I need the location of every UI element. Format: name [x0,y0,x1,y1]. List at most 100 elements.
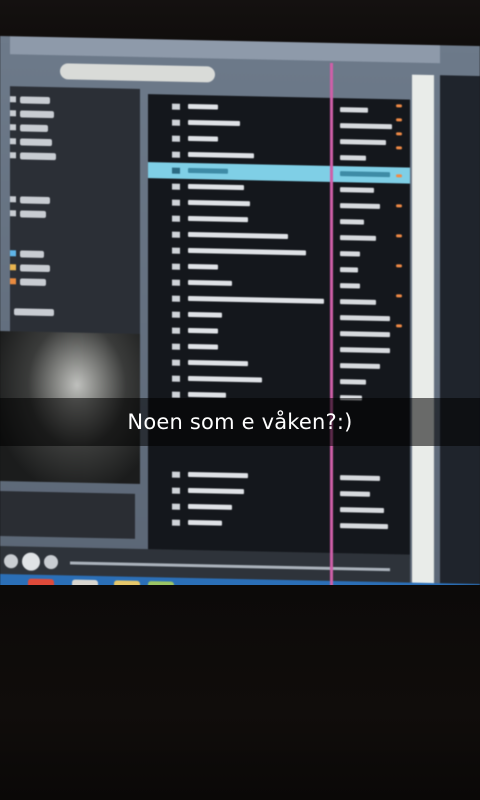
checkbox-icon [172,167,180,174]
track-title-blurred [188,279,232,286]
sidebar-item [20,152,56,161]
track-title-blurred [188,359,248,367]
caption-text: Noen som e våken?:) [127,410,353,434]
scrollbar-column [412,74,434,596]
sidebar-icon [10,138,16,145]
track-artist-blurred [340,475,380,481]
progress-track [70,561,390,572]
sidebar-item [20,96,50,105]
search-field-blurred [60,63,215,83]
now-playing-label-blurred [0,491,135,539]
checkbox-icon [172,199,180,206]
track-artist-blurred [340,187,374,193]
track-artist-blurred [340,107,368,113]
checkbox-icon [172,103,180,110]
track-title-blurred [188,199,250,207]
sidebar-icon [10,96,16,103]
track-artist-blurred [340,507,384,514]
checkbox-icon [172,119,180,126]
checkbox-icon [172,359,180,366]
track-title-blurred [188,151,254,159]
checkbox-icon [172,311,180,318]
track-artist-blurred [340,235,376,241]
track-artist-blurred [340,491,370,497]
track-artist-blurred [340,331,390,338]
sidebar-item [20,278,46,286]
checkbox-icon [172,519,180,526]
track-title-blurred [188,263,218,270]
checkbox-icon [172,503,180,510]
track-artist-blurred [340,299,376,305]
track-artist-blurred [340,523,388,530]
checkbox-icon [172,247,180,254]
track-artist-blurred [340,139,386,146]
track-artist-blurred [340,155,366,161]
checkbox-icon [172,471,180,478]
sidebar-item [20,210,46,218]
snap-caption-bar: Noen som e våken?:) [0,398,480,446]
track-artist-blurred [340,379,366,385]
secondary-window-edge [440,75,480,597]
sidebar-icon [10,124,16,131]
track-title-blurred [188,375,262,383]
sidebar-icon [10,210,16,217]
sidebar-item [20,124,48,133]
prev-button-icon [4,554,18,569]
track-title-blurred [188,327,218,334]
track-artist-blurred [340,315,390,322]
track-title-blurred [188,103,218,110]
photo-background: Noen som e våken?:) [0,0,480,800]
play-button-icon [22,552,40,571]
track-title-blurred [188,311,222,318]
track-artist-blurred [340,363,380,369]
sidebar-icon [10,264,16,271]
sidebar-icon [10,152,16,159]
track-artist-blurred [340,203,380,209]
checkbox-icon [172,215,180,222]
track-artist-blurred [340,347,390,354]
track-title-blurred [188,343,218,350]
track-title-blurred [188,119,240,127]
sidebar-item [20,138,52,147]
sidebar-item [20,250,44,258]
track-artist-blurred [340,219,364,225]
track-title-blurred [188,135,218,142]
sidebar-icon [10,250,16,257]
checkbox-icon [172,375,180,382]
sidebar-icon [10,196,16,203]
track-title-blurred [188,215,248,223]
checkbox-icon [172,231,180,238]
track-artist-blurred [340,251,360,257]
sidebar-icon [10,278,16,285]
track-title-blurred [188,295,324,304]
next-button-icon [44,554,58,570]
track-artist-blurred [340,267,358,273]
track-title-blurred [188,471,248,479]
checkbox-icon [172,295,180,302]
checkbox-icon [172,151,180,158]
track-title-blurred [188,519,222,526]
track-title-blurred [188,247,306,256]
window-title-bar [10,36,440,64]
monitor-bezel-dark [0,585,480,800]
checkbox-icon [172,135,180,142]
track-title-blurred [188,167,228,174]
track-title-blurred [188,503,232,510]
checkbox-icon [172,263,180,270]
sidebar-icon [10,110,16,117]
checkbox-icon [172,343,180,350]
sidebar-item [20,264,50,273]
checkbox-icon [172,327,180,334]
playhead-line [330,62,333,603]
sidebar-item [20,196,50,205]
monitor-screen [0,36,480,613]
track-list [148,94,410,560]
sidebar-item [14,308,54,317]
checkbox-icon [172,487,180,494]
track-artist-blurred [340,123,392,130]
checkbox-icon [172,391,180,398]
track-title-blurred [188,487,244,495]
track-title-blurred [188,231,288,240]
checkbox-icon [172,183,180,190]
level-indicator-dots [390,104,410,364]
